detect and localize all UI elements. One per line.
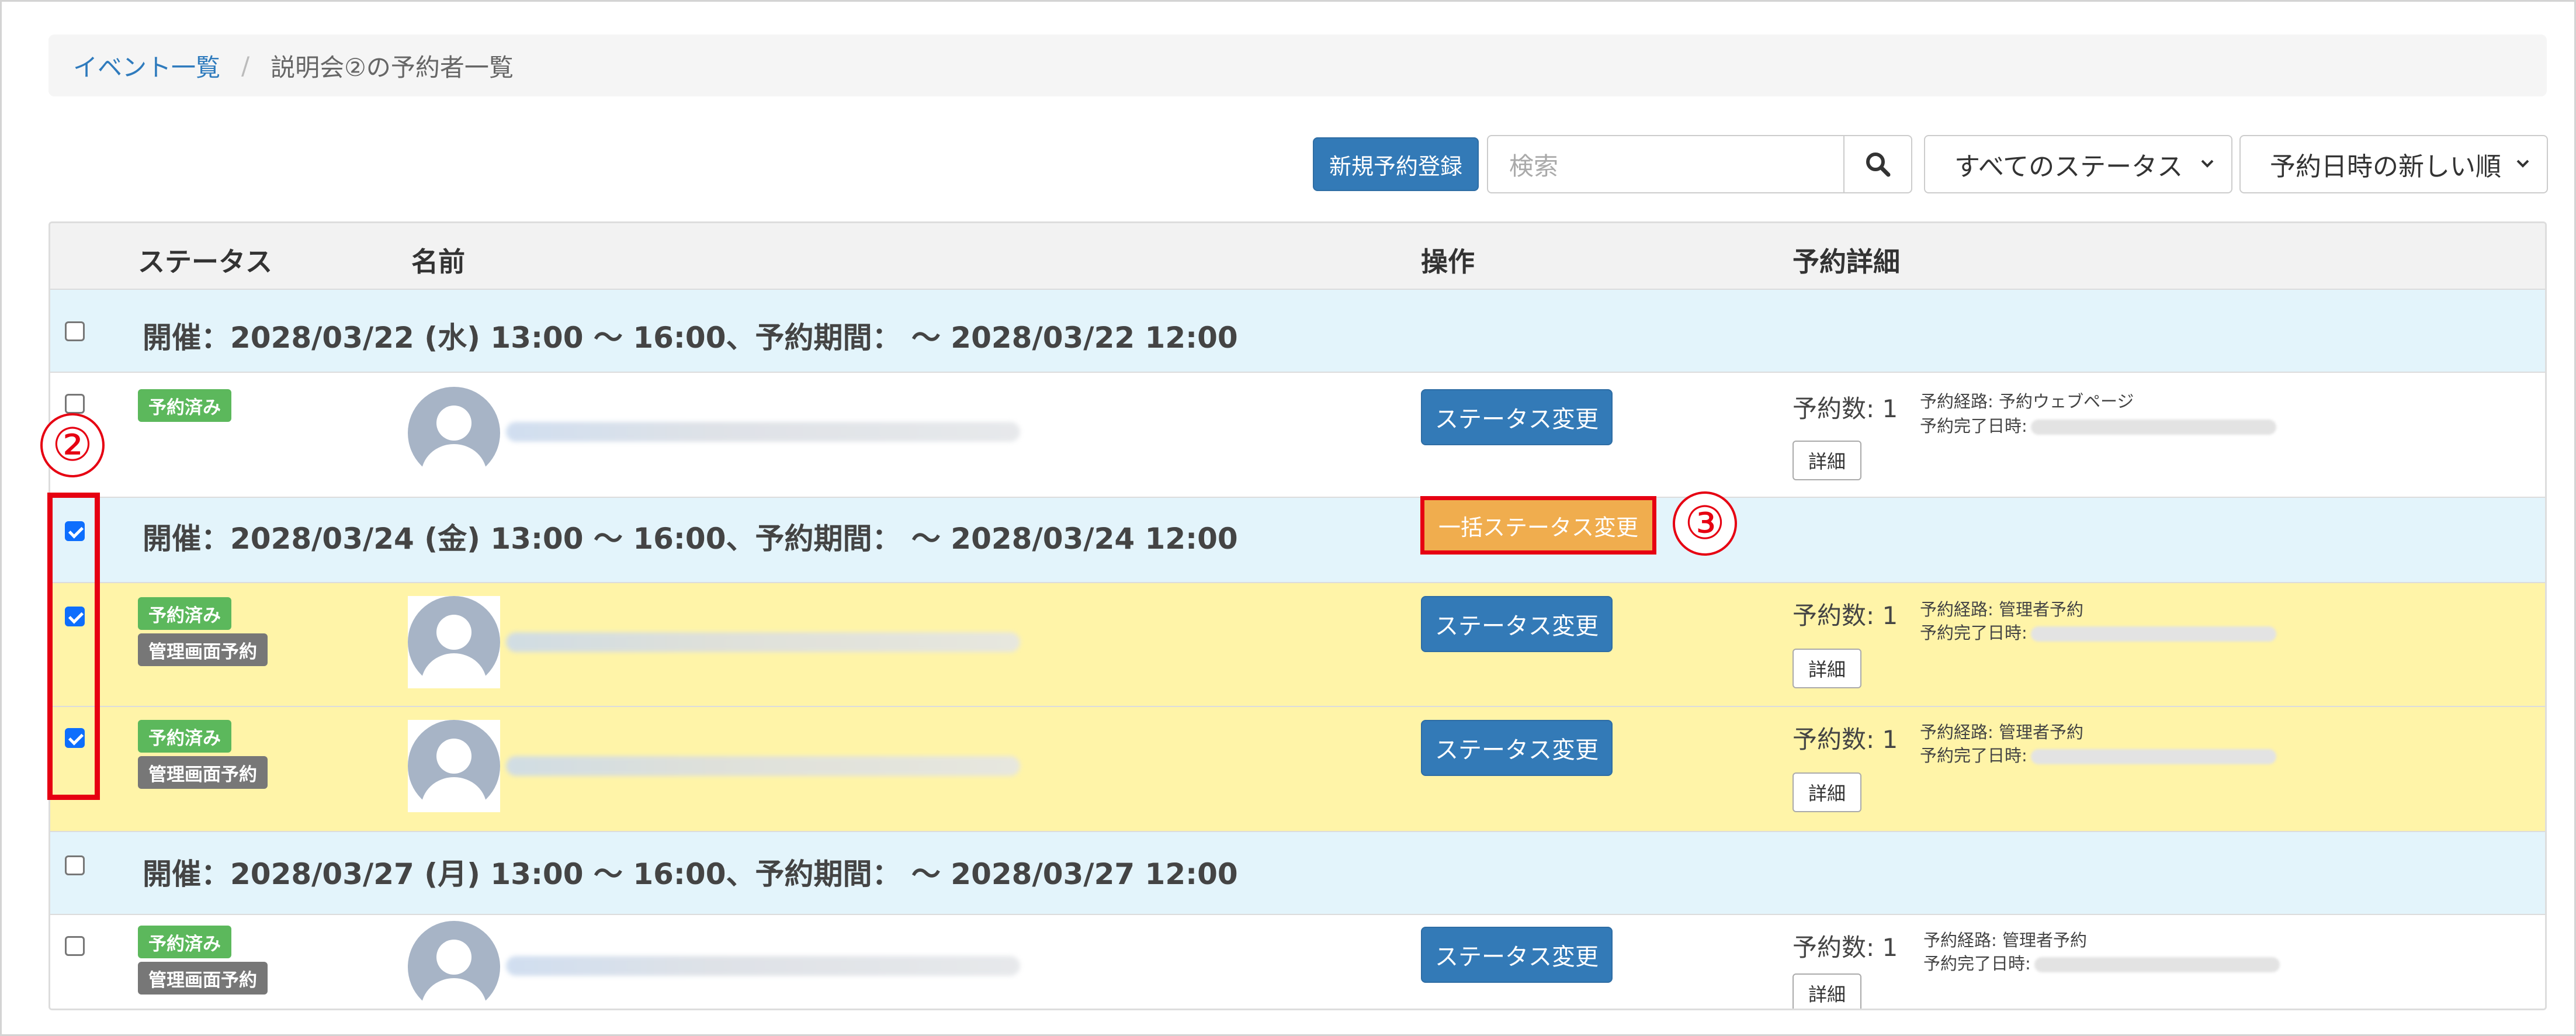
breadcrumb-separator: / [241, 51, 250, 80]
reserver-name-redacted [506, 956, 1020, 976]
reservation-route: 予約経路: 管理者予約 [1920, 600, 2083, 619]
status-change-button[interactable]: ステータス変更 [1421, 720, 1613, 776]
status-filter-select[interactable]: すべてのステータス [1924, 135, 2232, 193]
search-button[interactable] [1843, 135, 1912, 193]
reservation-route: 予約経路: 予約ウェブページ [1920, 391, 2134, 411]
complete-time-label: 予約完了日時: [1920, 746, 2027, 765]
user-avatar-icon [408, 921, 500, 1009]
reserver-name-redacted [506, 756, 1020, 776]
status-badge: 予約済み [138, 720, 231, 753]
header-name: 名前 [411, 246, 465, 278]
table-row-selected: 予約済み 管理画面予約 ステータス変更 予約数: 1 予約経路: 管理者予約 予… [50, 582, 2545, 706]
complete-time-redacted [2030, 626, 2276, 642]
group-checkbox[interactable] [65, 321, 85, 341]
sort-order-value: 予約日時の新しい順 [2270, 152, 2501, 182]
detail-button[interactable]: 詳細 [1793, 441, 1861, 480]
avatar [408, 720, 500, 812]
status-change-button[interactable]: ステータス変更 [1421, 927, 1613, 983]
sort-order-select[interactable]: 予約日時の新しい順 [2239, 135, 2548, 193]
reservation-complete-time: 予約完了日時: [1920, 413, 2276, 437]
table-row-selected: 予約済み 管理画面予約 ステータス変更 予約数: 1 予約経路: 管理者予約 予… [50, 706, 2545, 831]
checkbox-highlight-frame [47, 493, 100, 800]
status-change-button[interactable]: ステータス変更 [1421, 389, 1613, 445]
reservation-complete-time: 予約完了日時: [1920, 619, 2276, 644]
reservation-route: 予約経路: 管理者予約 [1923, 930, 2087, 950]
bulk-status-change-button[interactable]: 一括ステータス変更 [1420, 496, 1656, 555]
reserver-name-redacted [506, 632, 1020, 652]
event-group-row: 開催：2028/03/22 (水) 13:00 ～ 16:00、予約期間： ～ … [50, 289, 2545, 372]
status-badge: 予約済み [138, 389, 231, 422]
reservation-complete-time: 予約完了日時: [1923, 950, 2280, 975]
avatar [408, 596, 500, 688]
admin-reservation-badge: 管理画面予約 [138, 962, 268, 995]
complete-time-redacted [2030, 420, 2276, 435]
annotation-marker-3: ③ [1673, 491, 1737, 556]
status-change-button[interactable]: ステータス変更 [1421, 596, 1613, 652]
status-badge: 予約済み [138, 597, 231, 630]
row-checkbox[interactable] [65, 394, 85, 414]
reservation-table: ステータス 名前 操作 予約詳細 開催：2028/03/22 (水) 13:00… [48, 221, 2547, 1010]
admin-reservation-badge: 管理画面予約 [138, 756, 268, 789]
reservation-complete-time: 予約完了日時: [1920, 742, 2276, 767]
event-group-row: 開催：2028/03/27 (月) 13:00 ～ 16:00、予約期間： ～ … [50, 831, 2545, 914]
search-icon [1866, 153, 1891, 177]
status-filter-value: すべてのステータス [1954, 152, 2183, 182]
header-action: 操作 [1421, 246, 1475, 278]
detail-button[interactable]: 詳細 [1793, 772, 1861, 812]
table-row: 予約済み 管理画面予約 ステータス変更 予約数: 1 予約経路: 管理者予約 予… [50, 914, 2545, 1009]
breadcrumb-current: 説明会②の予約者一覧 [271, 53, 514, 82]
admin-reservation-badge: 管理画面予約 [138, 633, 268, 666]
status-badge: 予約済み [138, 926, 231, 958]
complete-time-label: 予約完了日時: [1920, 416, 2027, 436]
reservation-count: 予約数: 1 [1793, 725, 1898, 754]
event-group-title: 開催：2028/03/22 (水) 13:00 ～ 16:00、予約期間： ～ … [143, 321, 1238, 355]
chevron-down-icon [2516, 160, 2529, 168]
complete-time-redacted [2030, 749, 2276, 764]
reservation-count: 予約数: 1 [1793, 601, 1898, 630]
chevron-down-icon [2201, 160, 2214, 168]
header-status: ステータス [138, 246, 272, 278]
page: イベント一覧 / 説明会②の予約者一覧 新規予約登録 検索 すべてのステータス … [0, 0, 2576, 1036]
complete-time-label: 予約完了日時: [1920, 623, 2027, 643]
reservation-count: 予約数: 1 [1793, 394, 1898, 423]
search-input[interactable]: 検索 [1487, 135, 1845, 193]
user-avatar-icon [408, 387, 500, 479]
event-group-row: 開催：2028/03/24 (金) 13:00 ～ 16:00、予約期間： ～ … [50, 497, 2545, 582]
detail-button[interactable]: 詳細 [1793, 973, 1861, 1009]
user-avatar-icon [408, 720, 500, 812]
reserver-name-redacted [506, 422, 1020, 442]
complete-time-redacted [2034, 957, 2280, 972]
group-checkbox[interactable] [65, 855, 85, 875]
event-group-title: 開催：2028/03/27 (月) 13:00 ～ 16:00、予約期間： ～ … [143, 857, 1238, 891]
header-detail: 予約詳細 [1793, 246, 1900, 278]
complete-time-label: 予約完了日時: [1923, 954, 2031, 973]
event-group-title: 開催：2028/03/24 (金) 13:00 ～ 16:00、予約期間： ～ … [143, 522, 1238, 556]
user-avatar-icon [408, 596, 500, 688]
detail-button[interactable]: 詳細 [1793, 649, 1861, 688]
reservation-count: 予約数: 1 [1793, 933, 1898, 962]
row-checkbox[interactable] [65, 936, 85, 956]
new-reservation-button[interactable]: 新規予約登録 [1313, 137, 1479, 191]
avatar [408, 387, 500, 479]
breadcrumb-event-list-link[interactable]: イベント一覧 [73, 48, 220, 84]
breadcrumb: イベント一覧 / 説明会②の予約者一覧 [48, 34, 2547, 96]
table-header: ステータス 名前 操作 予約詳細 [50, 223, 2545, 289]
annotation-marker-2: ② [40, 413, 105, 477]
reservation-route: 予約経路: 管理者予約 [1920, 722, 2083, 742]
table-row: 予約済み ステータス変更 予約数: 1 予約経路: 予約ウェブページ 予約完了日… [50, 372, 2545, 497]
avatar [408, 921, 500, 1009]
